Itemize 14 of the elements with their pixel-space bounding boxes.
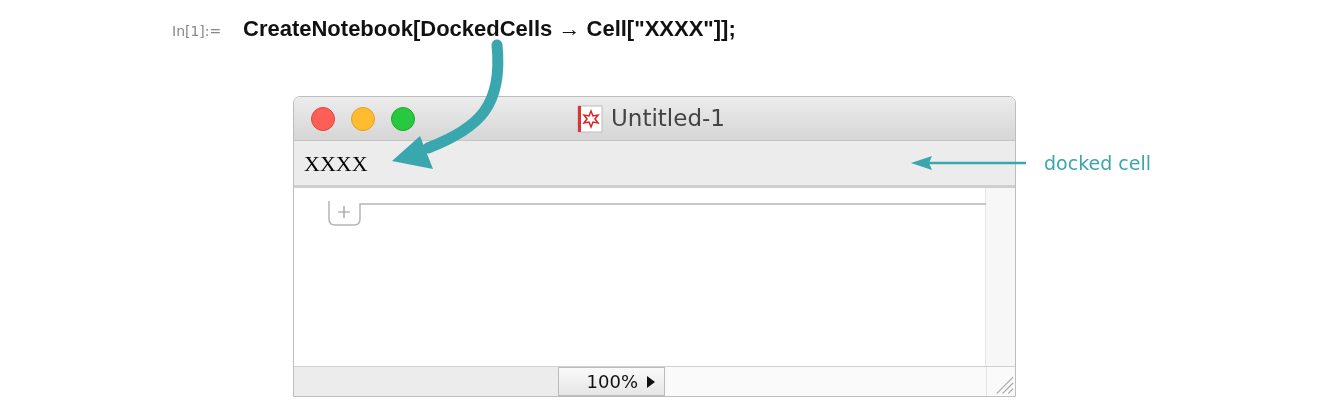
input-label: In[1]:= (172, 22, 223, 41)
docked-cell-text: XXXX (304, 149, 368, 178)
zoom-button[interactable] (391, 106, 415, 131)
minimize-button[interactable] (351, 106, 375, 131)
close-button[interactable] (311, 106, 335, 131)
triangle-icon (646, 374, 656, 389)
notebook-icon (577, 104, 603, 133)
window-title: Untitled-1 (611, 104, 725, 134)
code-line: CreateNotebook[DockedCells → Cell["XXXX"]]; (243, 15, 736, 43)
resize-grip-icon[interactable] (986, 367, 1015, 396)
horizontal-scrollbar[interactable] (294, 367, 558, 396)
annotation-label: docked cell (1044, 151, 1151, 176)
vertical-scrollbar[interactable] (985, 188, 1015, 366)
zoom-menu[interactable]: 100% (558, 367, 665, 396)
